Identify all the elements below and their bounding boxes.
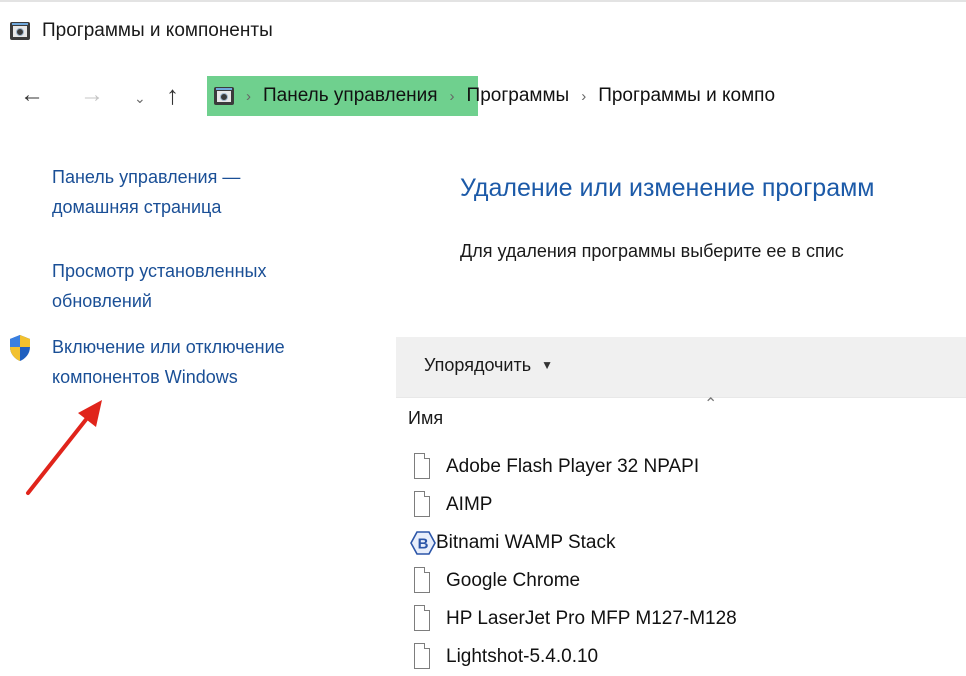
program-row[interactable]: HP LaserJet Pro MFP M127-M128: [412, 600, 966, 638]
program-row[interactable]: Google Chrome: [412, 562, 966, 600]
windows-features-link[interactable]: Включение или отключение компонентов Win…: [52, 332, 382, 392]
program-row[interactable]: Lightshot-5.4.0.10: [412, 638, 966, 676]
title-bar: Программы и компоненты: [10, 18, 273, 44]
forward-arrow-icon[interactable]: →: [80, 82, 104, 108]
sort-up-caret-icon: ⌃: [704, 396, 718, 413]
uac-shield-icon: [10, 335, 30, 361]
programs-list: Adobe Flash Player 32 NPAPI AIMP B Bitna…: [410, 448, 966, 676]
red-annotation-arrow-icon: [26, 400, 102, 495]
breadcrumb-control-panel[interactable]: Панель управления: [263, 85, 438, 107]
window-title: Программы и компоненты: [42, 20, 273, 41]
window-top-border: [0, 0, 966, 2]
generic-file-icon: [412, 567, 434, 595]
program-name: Lightshot-5.4.0.10: [446, 646, 599, 667]
breadcrumb: › Панель управления › Программы › Програ…: [214, 76, 775, 116]
generic-file-icon: [412, 605, 434, 633]
program-name: Bitnami WAMP Stack: [436, 532, 616, 553]
breadcrumb-programs[interactable]: Программы: [467, 85, 570, 107]
program-row[interactable]: B Bitnami WAMP Stack: [410, 524, 966, 562]
program-name: HP LaserJet Pro MFP M127-M128: [446, 608, 737, 629]
page-description: Для удаления программы выберите ее в спи…: [460, 241, 844, 261]
breadcrumb-separator-icon: ›: [246, 87, 251, 105]
command-toolbar: Упорядочить ▼: [396, 337, 966, 398]
program-name: Google Chrome: [446, 570, 581, 591]
up-arrow-icon[interactable]: ↑: [166, 82, 179, 108]
generic-file-icon: [412, 643, 434, 671]
back-arrow-icon[interactable]: ←: [20, 82, 44, 108]
recent-locations-chevron-icon[interactable]: ⌄: [134, 85, 146, 111]
generic-file-icon: [412, 491, 434, 519]
control-panel-home-link[interactable]: Панель управления — домашняя страница: [52, 162, 322, 222]
program-name: Adobe Flash Player 32 NPAPI: [446, 456, 700, 477]
dropdown-caret-icon: ▼: [541, 358, 554, 372]
breadcrumb-separator-icon: ›: [449, 87, 455, 105]
breadcrumb-programs-and-features[interactable]: Программы и компо: [598, 85, 775, 107]
organize-label: Упорядочить: [424, 355, 532, 375]
breadcrumb-separator-icon: ›: [581, 87, 587, 105]
column-header-name[interactable]: Имя: [408, 408, 443, 429]
program-name: AIMP: [446, 494, 493, 515]
control-panel-icon: [10, 21, 30, 41]
organize-button[interactable]: Упорядочить ▼: [424, 355, 553, 376]
generic-file-icon: [412, 453, 434, 481]
bitnami-icon: B: [410, 531, 436, 555]
program-row[interactable]: AIMP: [412, 486, 966, 524]
page-title: Удаление или изменение программ: [460, 174, 875, 202]
svg-text:B: B: [418, 536, 429, 553]
program-row[interactable]: Adobe Flash Player 32 NPAPI: [412, 448, 966, 486]
control-panel-icon: [214, 86, 234, 106]
view-installed-updates-link[interactable]: Просмотр установленных обновлений: [52, 256, 352, 316]
